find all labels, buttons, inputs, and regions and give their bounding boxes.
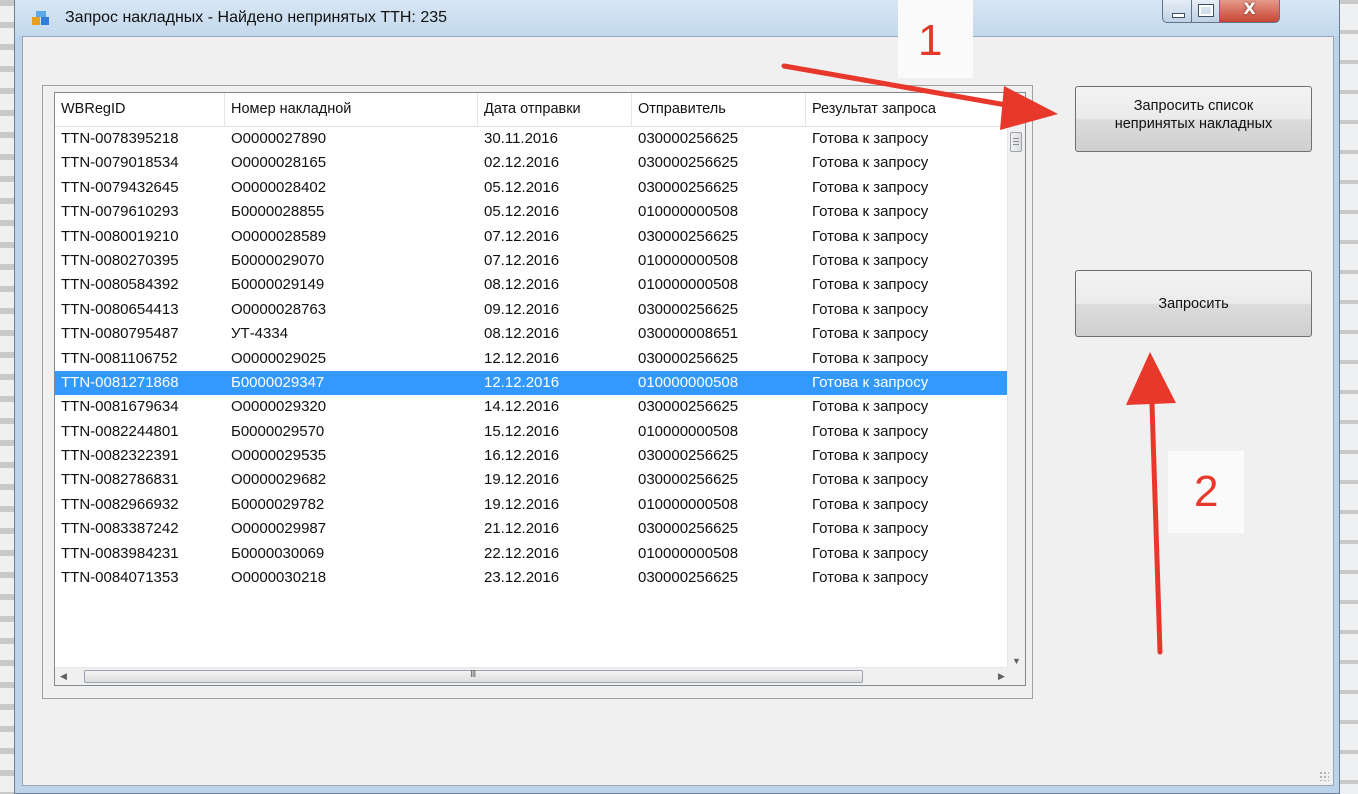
annotation-arrow-2 — [1126, 352, 1176, 655]
annotation-arrows — [781, 63, 1176, 655]
annotation-arrow-1 — [781, 63, 1058, 130]
